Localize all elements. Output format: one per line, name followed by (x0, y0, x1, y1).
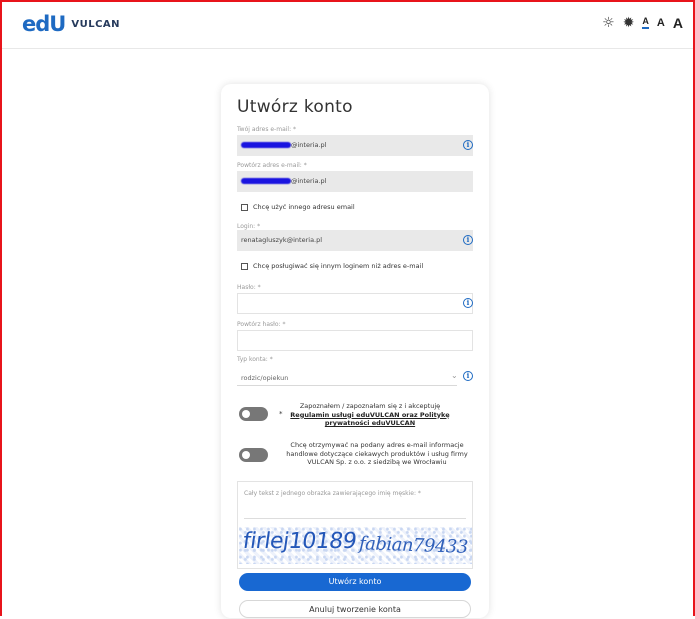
account-type-label: Typ konta: * (237, 356, 273, 363)
redaction-mark (241, 142, 291, 148)
consent-terms-text: Zapoznałem / zapoznałam się z i akceptuj… (285, 402, 455, 428)
captcha-input[interactable] (244, 500, 466, 519)
captcha-word-2: fabian79433 (358, 533, 469, 558)
password-repeat-label: Powtórz hasło: * (237, 321, 286, 328)
login-info-icon[interactable]: i (463, 235, 473, 245)
checkbox-box[interactable] (241, 203, 248, 211)
font-size-small-button[interactable]: A (642, 17, 649, 29)
other-email-checkbox-label: Chcę użyć innego adresu email (253, 203, 355, 211)
logo-text: VULCAN (71, 18, 121, 30)
password-info-icon[interactable]: i (463, 298, 473, 308)
accessibility-tools: ☼ ✹ A A A (602, 16, 683, 30)
captcha-label: Cały tekst z jednego obrazka zawierające… (244, 490, 421, 497)
email-value: @interia.pl (291, 141, 327, 149)
password-repeat-field[interactable] (237, 330, 473, 351)
chevron-down-icon[interactable]: ⌄ (451, 371, 458, 380)
create-account-card: Utwórz konto Twój adres e-mail: * @inter… (221, 84, 489, 618)
logo-mark: edU (22, 12, 66, 36)
top-bar: edU VULCAN ☼ ✹ A A A (2, 2, 693, 49)
email-field[interactable]: @interia.pl (237, 135, 473, 156)
password-label: Hasło: * (237, 284, 261, 291)
email-label: Twój adres e-mail: * (237, 126, 297, 133)
contrast-icon[interactable]: ☼ (602, 16, 615, 30)
email-info-icon[interactable]: i (463, 140, 473, 150)
consent-terms-label: Zapoznałem / zapoznałam się z i akceptuj… (299, 402, 441, 410)
login-label: Login: * (237, 223, 261, 230)
consent-marketing-toggle[interactable] (239, 448, 268, 462)
email-repeat-value: @interia.pl (291, 177, 327, 185)
captcha-image: firlej10189 fabian79433 (239, 527, 472, 564)
eduvulcan-logo[interactable]: edU VULCAN (22, 12, 120, 36)
select-underline (237, 385, 457, 386)
login-field[interactable]: renatagluszyk@interia.pl (237, 230, 473, 251)
other-email-checkbox[interactable]: Chcę użyć innego adresu email (241, 203, 355, 211)
account-type-info-icon[interactable]: i (463, 371, 473, 381)
email-repeat-label: Powtórz adres e-mail: * (237, 162, 307, 169)
cancel-button[interactable]: Anuluj tworzenie konta (239, 600, 471, 618)
required-marker: * (279, 410, 283, 418)
password-field[interactable] (237, 293, 473, 314)
account-type-select[interactable]: rodzic/opiekun (241, 374, 288, 382)
captcha-word-1: firlej10189 (241, 529, 358, 554)
consent-marketing-text: Chcę otrzymywać na podany adres e-mail i… (286, 441, 468, 466)
create-account-button[interactable]: Utwórz konto (239, 573, 471, 591)
login-value: renatagluszyk@interia.pl (241, 236, 323, 244)
checkbox-box[interactable] (241, 262, 248, 270)
other-login-checkbox-label: Chcę posługiwać się innym loginem niż ad… (253, 262, 424, 270)
font-size-medium-button[interactable]: A (657, 17, 665, 29)
redaction-mark (241, 178, 291, 184)
email-repeat-field[interactable]: @interia.pl (237, 171, 473, 192)
font-size-large-button[interactable]: A (673, 16, 683, 30)
terms-privacy-link[interactable]: Regulamin usługi eduVULCAN oraz Politykę… (290, 411, 449, 428)
high-contrast-icon[interactable]: ✹ (623, 16, 635, 30)
page-title: Utwórz konto (237, 97, 353, 117)
captcha-section: Cały tekst z jednego obrazka zawierające… (237, 481, 473, 569)
other-login-checkbox[interactable]: Chcę posługiwać się innym loginem niż ad… (241, 262, 423, 270)
consent-terms-toggle[interactable] (239, 407, 268, 421)
